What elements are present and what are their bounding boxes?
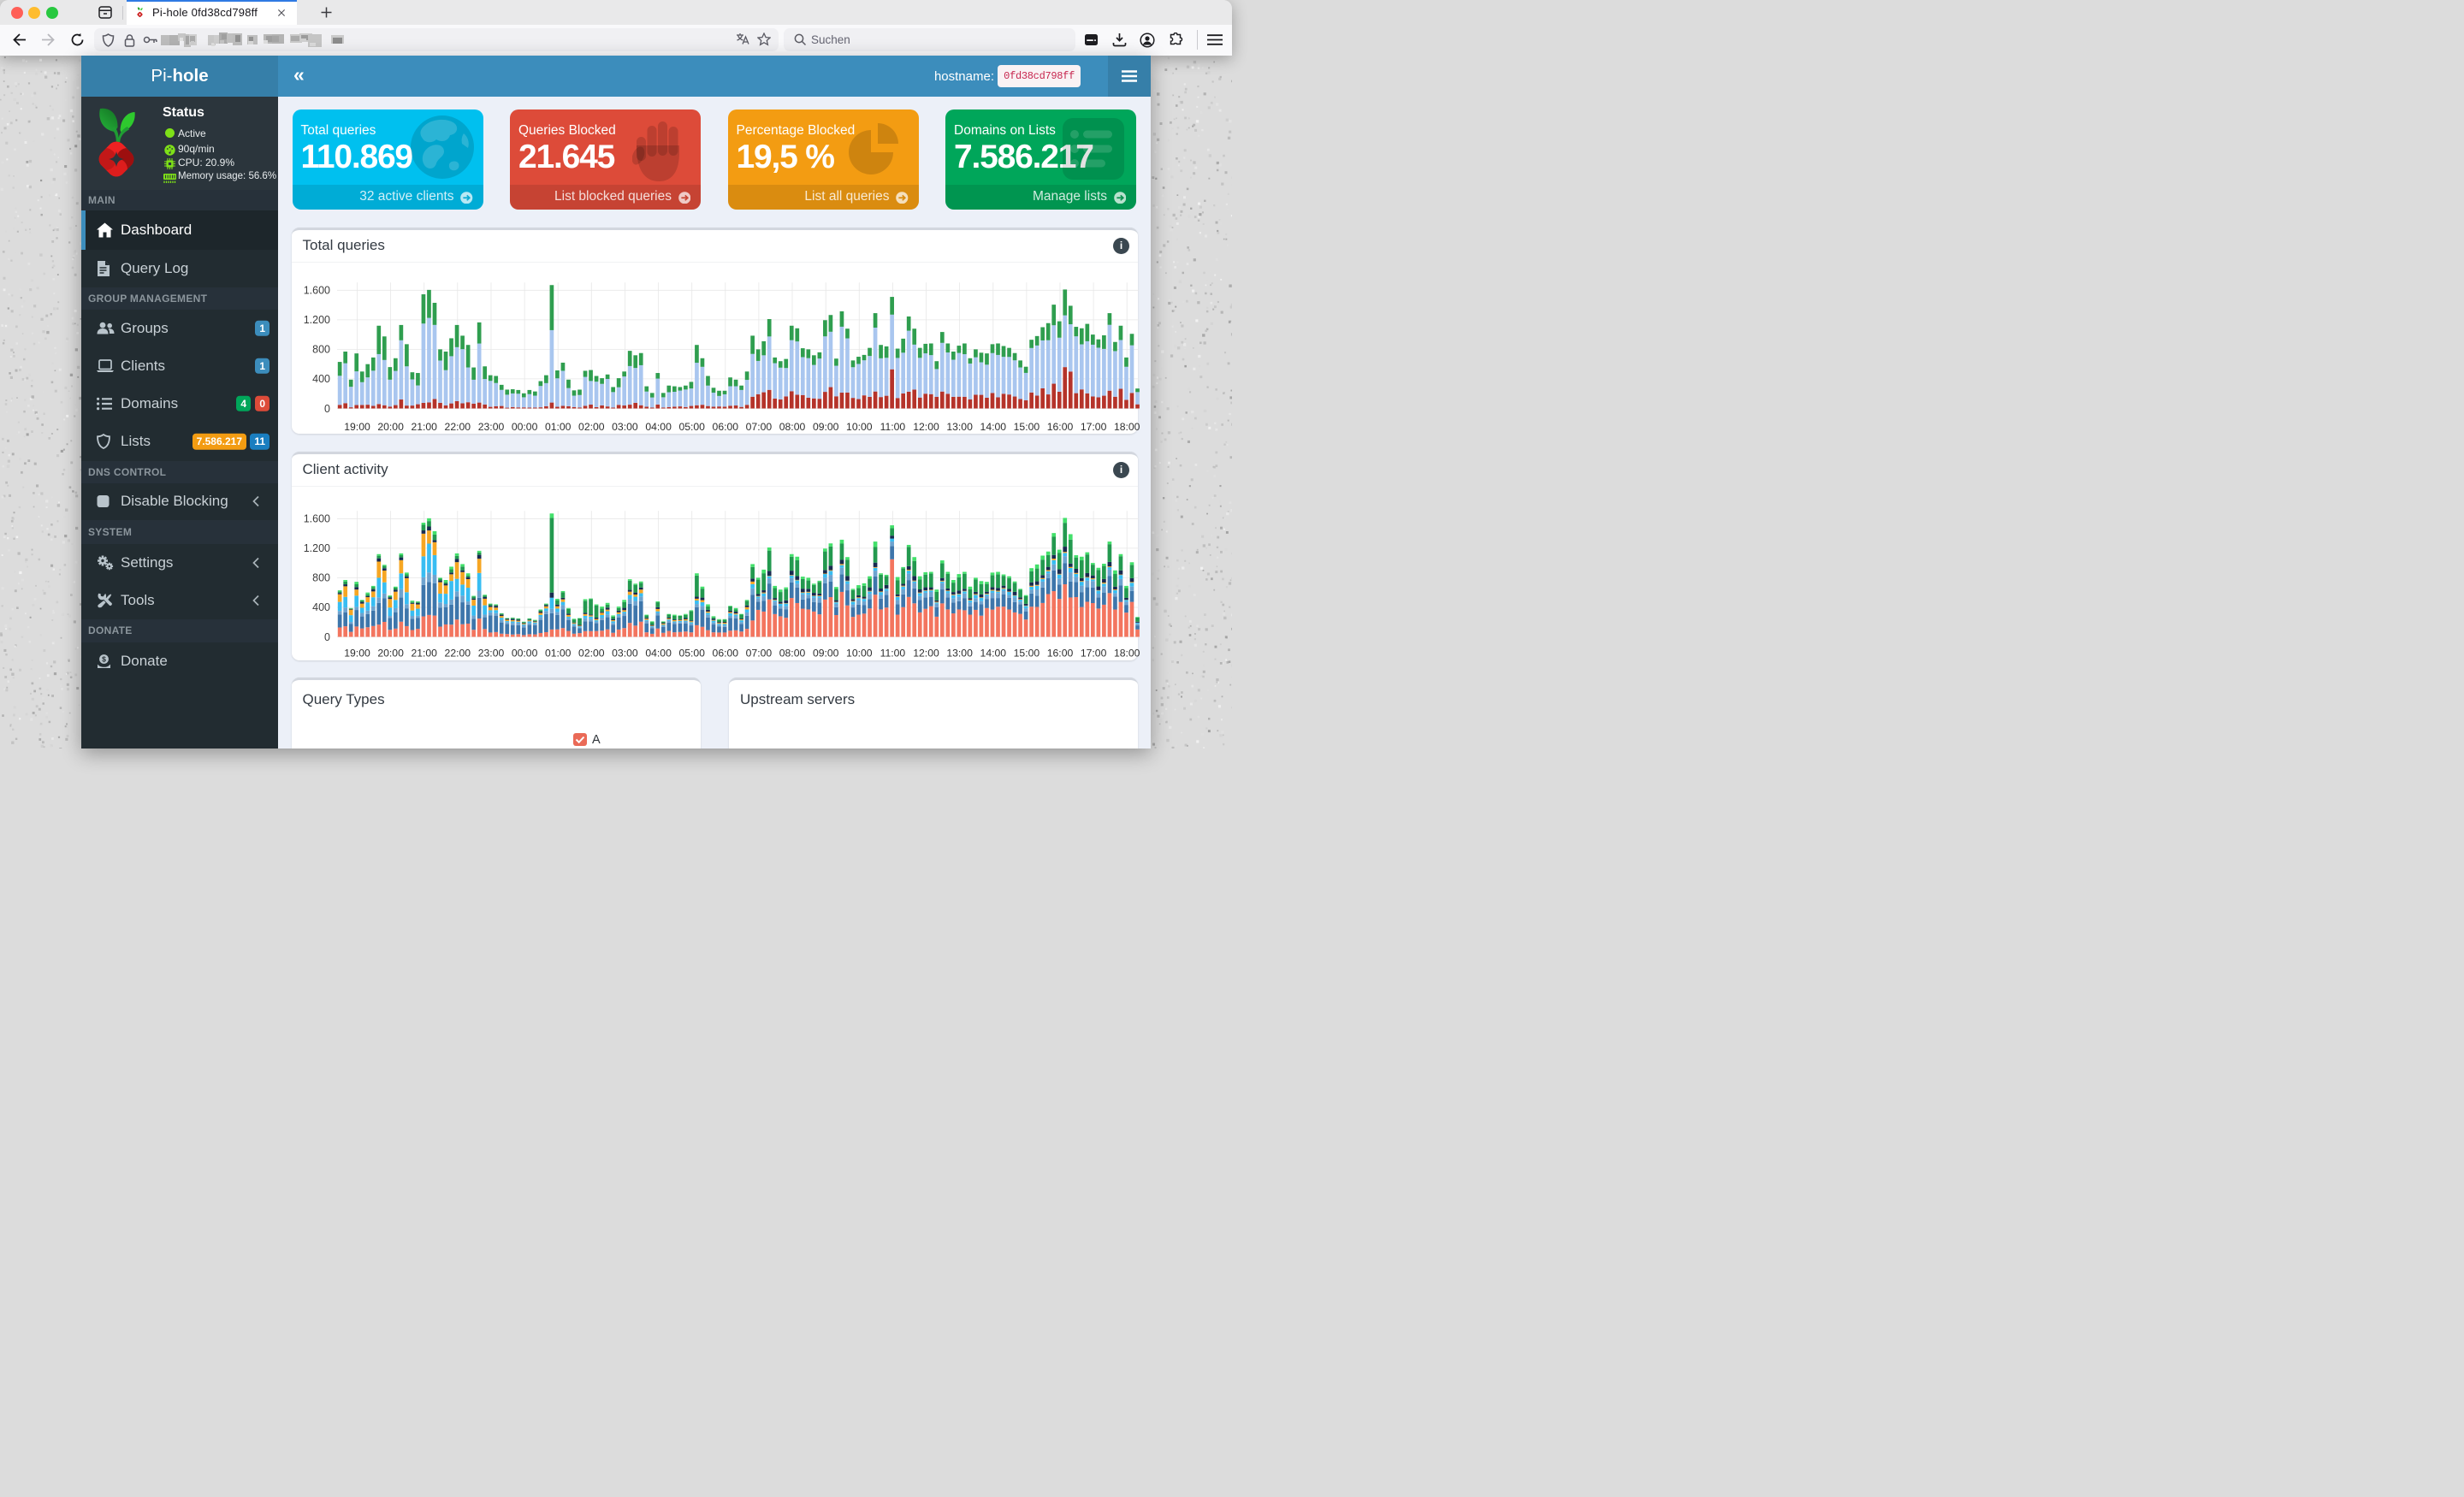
svg-text:0: 0: [324, 631, 330, 643]
svg-text:15:00: 15:00: [1014, 421, 1040, 433]
svg-text:01:00: 01:00: [545, 648, 572, 660]
svg-text:09:00: 09:00: [813, 421, 839, 433]
svg-text:0: 0: [324, 403, 330, 415]
svg-text:09:00: 09:00: [813, 648, 839, 660]
svg-text:07:00: 07:00: [746, 648, 773, 660]
svg-text:05:00: 05:00: [678, 648, 705, 660]
svg-text:23:00: 23:00: [478, 648, 505, 660]
svg-text:03:00: 03:00: [612, 421, 638, 433]
svg-text:20:00: 20:00: [377, 648, 404, 660]
svg-text:14:00: 14:00: [980, 648, 1007, 660]
svg-text:23:00: 23:00: [478, 421, 505, 433]
svg-text:13:00: 13:00: [946, 421, 973, 433]
svg-text:04:00: 04:00: [645, 648, 672, 660]
svg-text:1.600: 1.600: [304, 513, 330, 525]
svg-text:20:00: 20:00: [377, 421, 404, 433]
svg-text:07:00: 07:00: [746, 421, 773, 433]
svg-text:19:00: 19:00: [344, 421, 370, 433]
svg-text:17:00: 17:00: [1081, 421, 1107, 433]
svg-text:400: 400: [312, 373, 330, 385]
svg-text:16:00: 16:00: [1047, 421, 1074, 433]
svg-text:19:00: 19:00: [344, 648, 370, 660]
svg-text:01:00: 01:00: [545, 421, 572, 433]
svg-text:1.200: 1.200: [304, 314, 330, 326]
svg-text:08:00: 08:00: [779, 648, 806, 660]
svg-text:05:00: 05:00: [678, 421, 705, 433]
svg-text:11:00: 11:00: [880, 648, 906, 660]
svg-text:12:00: 12:00: [913, 421, 939, 433]
svg-text:06:00: 06:00: [713, 648, 739, 660]
svg-text:1.600: 1.600: [304, 285, 330, 297]
svg-text:800: 800: [312, 344, 330, 356]
svg-text:02:00: 02:00: [578, 421, 605, 433]
svg-text:10:00: 10:00: [846, 421, 873, 433]
svg-text:21:00: 21:00: [411, 421, 437, 433]
svg-text:21:00: 21:00: [411, 648, 437, 660]
svg-text:00:00: 00:00: [512, 648, 538, 660]
svg-text:11:00: 11:00: [880, 421, 906, 433]
svg-text:00:00: 00:00: [512, 421, 538, 433]
svg-text:17:00: 17:00: [1081, 648, 1107, 660]
svg-text:06:00: 06:00: [713, 421, 739, 433]
svg-text:14:00: 14:00: [980, 421, 1007, 433]
svg-text:04:00: 04:00: [645, 421, 672, 433]
svg-text:02:00: 02:00: [578, 648, 605, 660]
svg-text:18:00: 18:00: [1114, 648, 1140, 660]
svg-text:08:00: 08:00: [779, 421, 806, 433]
svg-text:18:00: 18:00: [1114, 421, 1140, 433]
svg-text:22:00: 22:00: [445, 421, 471, 433]
svg-text:800: 800: [312, 572, 330, 584]
svg-text:03:00: 03:00: [612, 648, 638, 660]
svg-text:12:00: 12:00: [913, 648, 939, 660]
svg-text:10:00: 10:00: [846, 648, 873, 660]
svg-text:400: 400: [312, 601, 330, 613]
svg-text:15:00: 15:00: [1014, 648, 1040, 660]
svg-text:13:00: 13:00: [946, 648, 973, 660]
svg-text:16:00: 16:00: [1047, 648, 1074, 660]
svg-text:1.200: 1.200: [304, 542, 330, 554]
svg-text:22:00: 22:00: [445, 648, 471, 660]
